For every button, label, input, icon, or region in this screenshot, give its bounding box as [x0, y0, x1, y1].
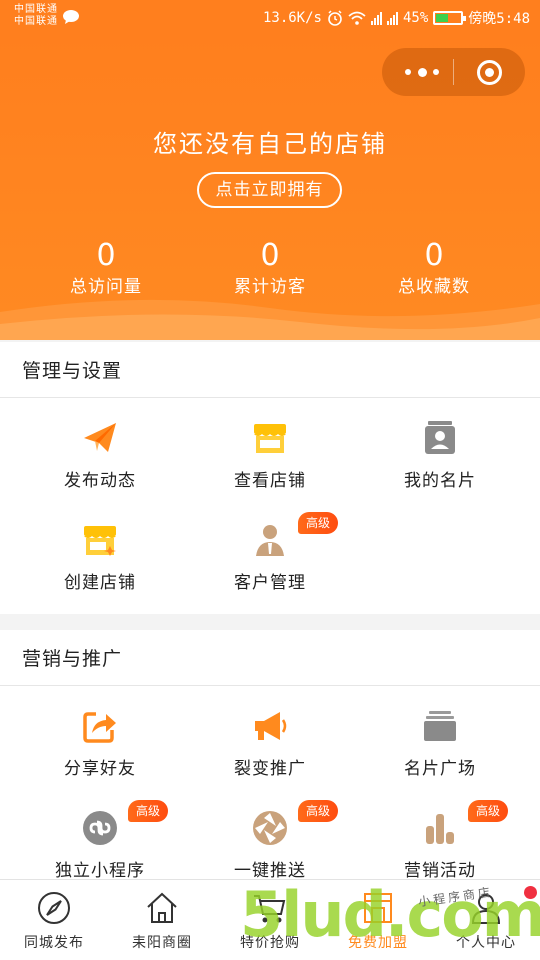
tab-local-publish[interactable]: 同城发布	[0, 880, 108, 960]
carrier-info: 中国联通 中国联通	[14, 4, 58, 28]
marketing-section: 营销与推广 分享好友 裂变推广 名片广场 高级 独立小程序 高级 一键推送 高级…	[0, 630, 540, 881]
tab-label: 个人中心	[456, 935, 516, 951]
signal-4g-icon	[386, 11, 398, 25]
user-icon	[471, 894, 501, 924]
no-shop-text: 您还没有自己的店铺	[153, 130, 387, 158]
item-label: 分享好友	[64, 759, 136, 779]
create-shop-item[interactable]: 创建店铺	[10, 502, 190, 602]
tab-free-join[interactable]: 免费加盟	[324, 880, 432, 960]
tab-special-sale[interactable]: 特价抢购	[216, 880, 324, 960]
create-shop-icon	[84, 526, 116, 556]
management-title: 管理与设置	[0, 342, 540, 398]
tab-business-circle[interactable]: 耒阳商圈	[108, 880, 216, 960]
customer-icon	[256, 525, 284, 556]
item-label: 裂变推广	[234, 759, 306, 779]
carrier-1: 中国联通	[14, 4, 58, 15]
shop-header: 您还没有自己的店铺 点击立即拥有 0 总访问量 0 累计访客 0 总收藏数	[0, 36, 540, 340]
viral-promotion-item[interactable]: 裂变推广	[180, 688, 360, 788]
stat-value: 0	[96, 238, 116, 273]
paper-plane-icon	[84, 423, 116, 452]
mini-program-icon	[83, 811, 117, 845]
stat-total-visits[interactable]: 0 总访问量	[26, 236, 186, 298]
card-square-item[interactable]: 名片广场	[350, 688, 530, 788]
item-label: 营销活动	[404, 861, 476, 881]
carrier-2: 中国联通	[14, 16, 58, 27]
item-label: 我的名片	[404, 471, 476, 491]
item-label: 独立小程序	[55, 861, 145, 881]
clock: 傍晚5:48	[468, 11, 530, 27]
storefront-icon	[254, 424, 286, 453]
contact-card-icon	[425, 421, 455, 454]
header-wave	[0, 299, 540, 340]
view-shop-item[interactable]: 查看店铺	[180, 400, 360, 500]
network-speed: 13.6K/s	[262, 10, 322, 26]
status-bar: 中国联通 中国联通 13.6K/s 45% 傍晚5:48	[0, 0, 540, 36]
share-friends-item[interactable]: 分享好友	[10, 688, 190, 788]
share-icon	[83, 712, 116, 743]
stat-value: 0	[424, 238, 444, 273]
tab-label: 耒阳商圈	[132, 935, 192, 951]
bottom-tab-bar: 同城发布 耒阳商圈 特价抢购 免费加盟 个人中心	[0, 879, 540, 960]
tab-label: 同城发布	[24, 935, 84, 951]
standalone-mini-program-item[interactable]: 高级 独立小程序	[10, 790, 190, 890]
signal-3g-icon	[370, 11, 382, 25]
stat-total-visitors[interactable]: 0 累计访客	[190, 236, 350, 298]
item-label: 创建店铺	[64, 573, 136, 593]
cart-icon	[254, 895, 286, 923]
marketing-campaign-item[interactable]: 高级 营销活动	[350, 790, 530, 890]
more-dots-icon[interactable]	[405, 63, 439, 81]
stat-total-favorites[interactable]: 0 总收藏数	[354, 236, 514, 298]
customer-management-item[interactable]: 高级 客户管理	[180, 502, 360, 602]
tab-label: 免费加盟	[348, 935, 408, 951]
notification-dot	[524, 886, 537, 899]
battery-icon	[433, 11, 467, 25]
compass-icon	[38, 892, 70, 924]
item-label: 客户管理	[234, 573, 306, 593]
megaphone-icon	[255, 712, 287, 740]
card-stack-icon	[424, 711, 456, 741]
my-card-item[interactable]: 我的名片	[350, 400, 530, 500]
premium-badge: 高级	[298, 512, 339, 534]
publish-post-item[interactable]: 发布动态	[10, 400, 190, 500]
premium-badge: 高级	[468, 800, 509, 822]
management-section: 管理与设置 发布动态 查看店铺 我的名片 创建店铺 高级 客户管理	[0, 342, 540, 614]
alarm-icon	[328, 10, 342, 26]
one-click-push-item[interactable]: 高级 一键推送	[180, 790, 360, 890]
close-target-icon[interactable]	[477, 60, 502, 85]
marketing-title: 营销与推广	[0, 630, 540, 686]
item-label: 名片广场	[404, 759, 476, 779]
status-right: 13.6K/s 45% 傍晚5:48	[263, 8, 530, 28]
premium-badge: 高级	[128, 800, 169, 822]
wifi-icon	[348, 11, 366, 25]
premium-badge: 高级	[298, 800, 339, 822]
tab-label: 特价抢购	[240, 935, 300, 951]
battery-percent: 45%	[402, 10, 429, 26]
own-shop-button[interactable]: 点击立即拥有	[197, 172, 342, 208]
capsule-divider	[453, 59, 454, 85]
home-icon	[147, 892, 177, 923]
shop-icon	[364, 893, 392, 923]
item-label: 发布动态	[64, 471, 136, 491]
stat-value: 0	[260, 238, 280, 273]
bar-chart-icon	[426, 814, 454, 844]
aperture-icon	[253, 811, 287, 845]
chat-bubble-icon	[63, 10, 79, 24]
item-label: 查看店铺	[234, 471, 306, 491]
mini-program-capsule	[382, 48, 525, 96]
item-label: 一键推送	[234, 861, 306, 881]
